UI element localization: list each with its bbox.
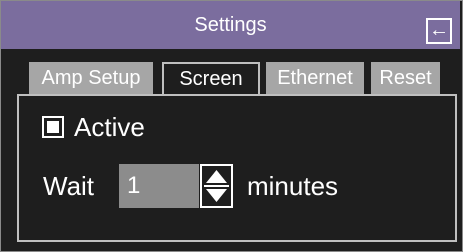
tab-screen[interactable]: Screen <box>162 62 260 96</box>
active-checkbox[interactable] <box>42 116 64 138</box>
increment-arrow-icon[interactable] <box>206 170 227 183</box>
title-bar: Settings <box>1 1 460 49</box>
back-button[interactable]: ← <box>426 18 452 44</box>
tab-amp-setup[interactable]: Amp Setup <box>29 62 153 94</box>
tab-reset[interactable]: Reset <box>371 62 440 94</box>
wait-spinner[interactable] <box>200 164 233 208</box>
decrement-arrow-icon[interactable] <box>206 189 227 202</box>
wait-label: Wait <box>43 171 95 201</box>
tab-ethernet[interactable]: Ethernet <box>266 62 364 94</box>
back-arrow-icon: ← <box>429 19 449 41</box>
minutes-unit-label: minutes <box>247 171 339 201</box>
active-checkbox-label: Active <box>74 112 145 142</box>
checkbox-checked-mark <box>47 121 59 133</box>
wait-minutes-input[interactable]: 1 <box>119 164 199 208</box>
window-title: Settings <box>194 14 267 36</box>
up-down-arrows-icon <box>204 170 229 202</box>
